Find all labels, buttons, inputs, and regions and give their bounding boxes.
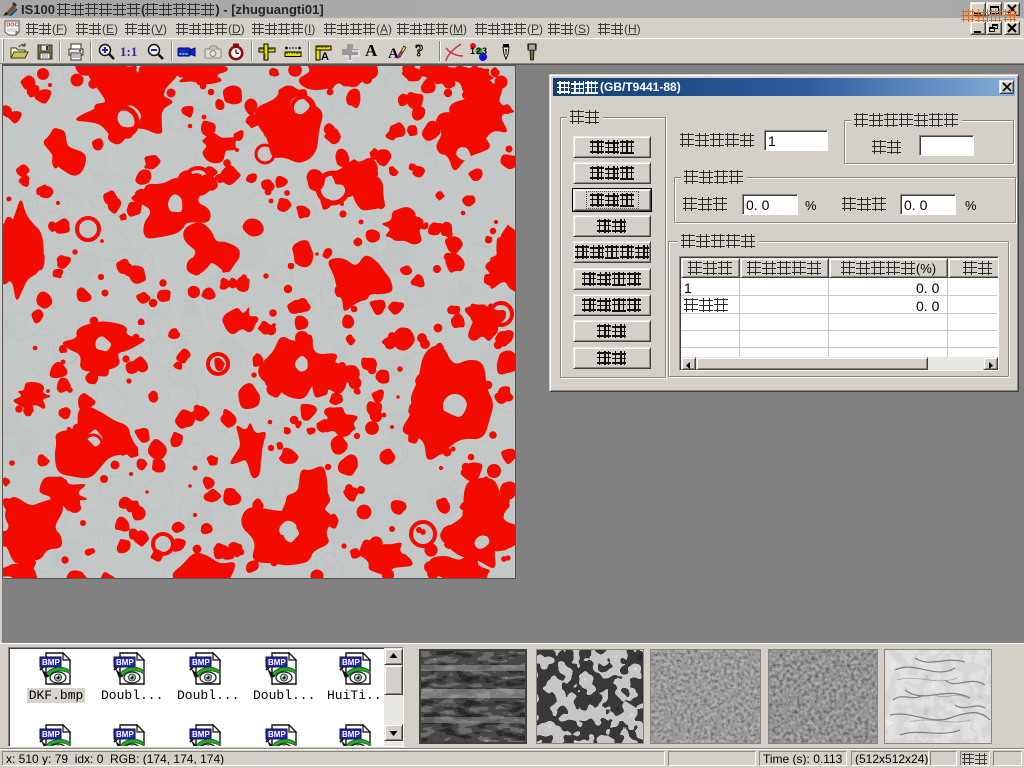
svg-text:A: A — [321, 51, 329, 62]
svg-text:BMP: BMP — [342, 730, 360, 739]
svg-text:BMP: BMP — [268, 658, 286, 667]
svg-text:BMP: BMP — [42, 730, 60, 739]
svg-text:BMP: BMP — [342, 658, 360, 667]
svg-text:DOC: DOC — [6, 23, 18, 29]
svg-text:BMP: BMP — [116, 658, 134, 667]
svg-text:BMP: BMP — [192, 658, 210, 667]
svg-text:2: 2 — [476, 46, 481, 56]
svg-text:BMP: BMP — [268, 730, 286, 739]
svg-text:BMP: BMP — [192, 730, 210, 739]
svg-text:1: 1 — [470, 46, 475, 56]
svg-text:BMP: BMP — [116, 730, 134, 739]
svg-text:A: A — [388, 46, 399, 62]
svg-text:3: 3 — [482, 46, 487, 56]
svg-text:BMP: BMP — [42, 658, 60, 667]
